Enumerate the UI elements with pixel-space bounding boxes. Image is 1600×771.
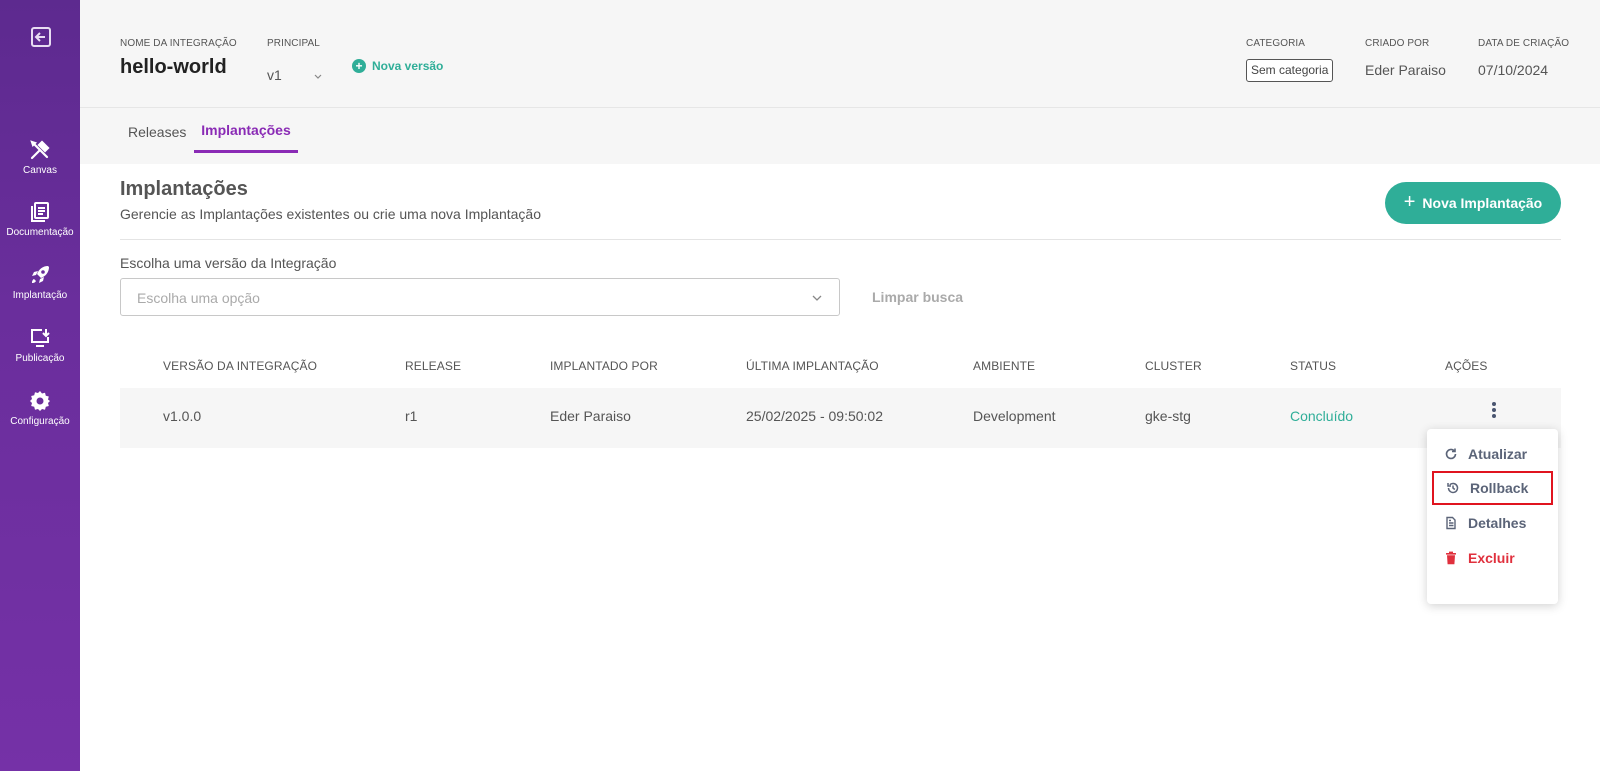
tab-deployments[interactable]: Implantações: [194, 108, 298, 153]
version-value: v1: [267, 67, 282, 83]
principal-label: PRINCIPAL: [267, 38, 320, 49]
created-at-value: 07/10/2024: [1478, 62, 1549, 78]
sidebar-item-label: Documentação: [6, 227, 74, 238]
tab-bar: Releases Implantações: [80, 108, 1600, 164]
sidebar-item-label: Canvas: [23, 165, 57, 176]
integration-header: NOME DA INTEGRAÇÃO hello-world PRINCIPAL…: [80, 0, 1600, 108]
sidebar-item-label: Configuração: [10, 416, 70, 427]
column-header: IMPLANTADO POR: [550, 359, 658, 373]
new-version-label: Nova versão: [372, 59, 444, 73]
cell-deployed-by: Eder Paraiso: [550, 408, 631, 424]
sidebar-item-settings[interactable]: Configuração: [0, 389, 80, 427]
cell-status: Concluído: [1290, 408, 1354, 424]
new-deployment-button[interactable]: + Nova Implantação: [1385, 182, 1561, 224]
cell-release: r1: [405, 408, 418, 424]
tools-icon: [30, 140, 50, 160]
category-label: CATEGORIA: [1246, 38, 1306, 49]
version-select[interactable]: v1: [267, 67, 323, 85]
chevron-down-icon: [812, 295, 822, 301]
column-header: STATUS: [1290, 359, 1337, 373]
integration-name-label: NOME DA INTEGRAÇÃO: [120, 38, 237, 49]
created-at-label: DATA DE CRIAÇÃO: [1478, 38, 1570, 49]
refresh-icon: [1445, 448, 1457, 460]
documents-icon: [31, 202, 49, 222]
table-row[interactable]: v1.0.0 r1 Eder Paraiso 25/02/2025 - 09:5…: [120, 388, 1561, 448]
more-actions-icon[interactable]: [1487, 402, 1501, 422]
plus-icon: +: [1403, 191, 1416, 213]
menu-item-update[interactable]: Atualizar: [1432, 437, 1553, 471]
menu-item-details[interactable]: Detalhes: [1432, 506, 1553, 540]
main-content: Implantações Gerencie as Implantações ex…: [80, 164, 1600, 771]
page-title: Implantações: [120, 178, 248, 200]
cell-cluster: gke-stg: [1145, 408, 1191, 424]
menu-item-delete[interactable]: Excluir: [1432, 541, 1553, 575]
chevron-down-icon: [314, 74, 322, 79]
column-header: AÇÕES: [1445, 359, 1488, 373]
clear-search-button[interactable]: Limpar busca: [872, 289, 963, 305]
integration-version-select[interactable]: Escolha uma opção: [120, 278, 840, 316]
cell-environment: Development: [973, 408, 1056, 424]
column-header: VERSÃO DA INTEGRAÇÃO: [163, 359, 318, 373]
column-header: CLUSTER: [1145, 359, 1202, 373]
column-header: ÚLTIMA IMPLANTAÇÃO: [746, 359, 879, 373]
sidebar-item-documentation[interactable]: Documentação: [0, 200, 80, 238]
created-by-value: Eder Paraiso: [1365, 62, 1446, 78]
menu-item-label: Detalhes: [1468, 515, 1527, 531]
sidebar: Canvas Documentação Implantação Publicaç…: [0, 0, 80, 771]
page-subtitle: Gerencie as Implantações existentes ou c…: [120, 206, 542, 222]
actions-menu: Atualizar Rollback Detalhes Excluir: [1427, 429, 1558, 604]
collapse-sidebar-icon[interactable]: [29, 25, 53, 49]
plus-circle-icon: +: [352, 59, 366, 73]
sidebar-item-label: Publicação: [15, 353, 65, 364]
menu-item-label: Excluir: [1468, 550, 1515, 566]
publish-icon: [31, 329, 50, 347]
cell-last-deploy: 25/02/2025 - 09:50:02: [746, 408, 884, 424]
new-deployment-label: Nova Implantação: [1422, 195, 1543, 211]
menu-item-label: Rollback: [1470, 480, 1529, 496]
gear-icon: [30, 391, 50, 411]
new-version-button[interactable]: + Nova versão: [352, 59, 443, 73]
history-icon: [1447, 482, 1459, 494]
column-header: AMBIENTE: [973, 359, 1036, 373]
sidebar-item-label: Implantação: [12, 290, 68, 301]
version-select-label: Escolha uma versão da Integração: [120, 255, 337, 271]
menu-item-label: Atualizar: [1468, 446, 1528, 462]
integration-name: hello-world: [120, 56, 227, 78]
select-placeholder: Escolha uma opção: [137, 290, 260, 306]
divider: [120, 239, 1561, 240]
menu-item-rollback[interactable]: Rollback: [1432, 471, 1553, 505]
document-icon: [1446, 516, 1456, 530]
sidebar-item-publication[interactable]: Publicação: [0, 326, 80, 364]
tab-releases[interactable]: Releases: [128, 124, 186, 169]
rocket-icon: [32, 266, 49, 283]
column-header: RELEASE: [405, 359, 462, 373]
sidebar-item-canvas[interactable]: Canvas: [0, 138, 80, 176]
sidebar-item-deployment[interactable]: Implantação: [0, 263, 80, 301]
trash-icon: [1446, 551, 1456, 565]
category-badge: Sem categoria: [1246, 59, 1334, 82]
created-by-label: CRIADO POR: [1365, 38, 1430, 49]
cell-version: v1.0.0: [163, 408, 202, 424]
